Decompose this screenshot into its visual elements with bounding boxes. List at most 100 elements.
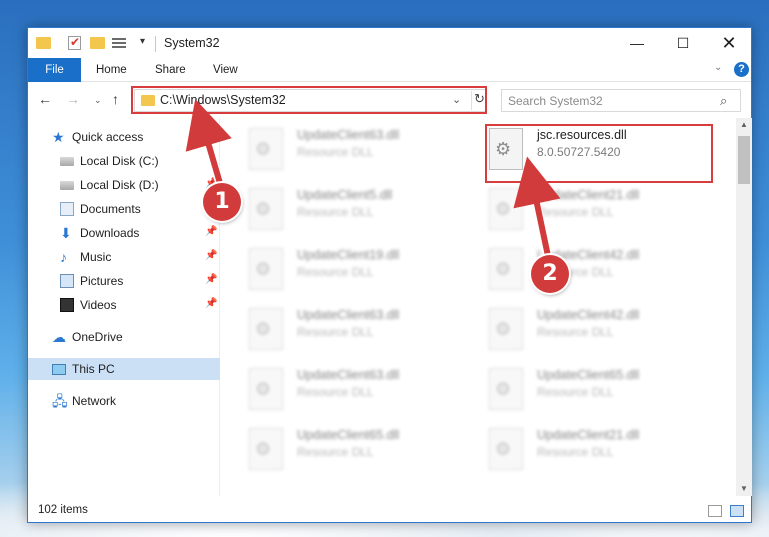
pin-icon: 📌	[205, 226, 218, 237]
sidebar-item-label: Videos	[80, 298, 117, 312]
file-tile[interactable]: UpdateClient21.dll Resource DLL	[489, 428, 719, 484]
sidebar-item-downloads[interactable]: ⬇ Downloads 📌	[28, 222, 220, 244]
sidebar-item-local-disk-c[interactable]: Local Disk (C:)	[28, 150, 220, 172]
file-name: UpdateClient65.dll	[537, 368, 640, 382]
search-placeholder[interactable]: Search System32	[508, 94, 603, 108]
star-icon: ★	[52, 129, 65, 145]
file-tile[interactable]: UpdateClient63.dll Resource DLL	[249, 308, 479, 364]
customize-toolbar-icon[interactable]	[112, 36, 132, 50]
file-tile[interactable]: UpdateClient42.dll Resource DLL	[489, 248, 719, 304]
sidebar-item-videos[interactable]: Videos 📌	[28, 294, 220, 316]
download-icon: ⬇	[60, 225, 72, 241]
dll-file-icon	[249, 248, 283, 290]
file-name: UpdateClient21.dll	[537, 428, 640, 442]
ribbon-tabs: File Home Share View ⌄ ?	[28, 58, 751, 82]
file-type: Resource DLL	[297, 385, 374, 399]
file-explorer-window: ▾ System32 — ☐ ✕ File Home Share View ⌄ …	[27, 27, 752, 523]
sidebar-item-onedrive[interactable]: ☁ OneDrive	[28, 326, 220, 348]
callout-badge-2: 2	[531, 255, 569, 293]
sidebar-item-local-disk-d[interactable]: Local Disk (D:) 📌	[28, 174, 220, 196]
up-button[interactable]: ↑	[112, 91, 119, 107]
music-icon: ♪	[60, 249, 67, 265]
expand-ribbon-chevron-icon[interactable]: ⌄	[714, 62, 722, 73]
sidebar-item-label: This PC	[72, 362, 115, 376]
help-button[interactable]: ?	[734, 62, 749, 77]
file-tile[interactable]: UpdateClient21.dll Resource DLL	[489, 188, 719, 244]
new-folder-icon[interactable]	[90, 37, 105, 49]
sidebar-item-quick-access[interactable]: ★ Quick access	[28, 126, 220, 148]
documents-icon	[60, 202, 74, 216]
file-tile[interactable]: UpdateClient19.dll Resource DLL	[249, 248, 479, 304]
maximize-button[interactable]: ☐	[660, 28, 706, 58]
sidebar-item-label: Quick access	[72, 130, 144, 144]
recent-locations-chevron-icon[interactable]: ⌄	[94, 95, 102, 106]
forward-button[interactable]: →	[66, 91, 80, 107]
dll-file-icon	[489, 428, 523, 470]
sidebar-item-label: Pictures	[80, 274, 124, 288]
tab-home[interactable]: Home	[96, 58, 127, 82]
dll-file-icon	[249, 428, 283, 470]
search-icon[interactable]: ⌕	[720, 93, 727, 109]
dll-file-icon	[249, 188, 283, 230]
file-tile[interactable]: UpdateClient65.dll Resource DLL	[489, 368, 719, 424]
sidebar-item-music[interactable]: ♪ Music 📌	[28, 246, 220, 268]
disk-icon	[60, 157, 74, 166]
scrollbar-thumb[interactable]	[738, 136, 750, 184]
file-tile[interactable]: UpdateClient42.dll Resource DLL	[489, 308, 719, 364]
details-view-icon[interactable]	[708, 505, 722, 517]
minimize-button[interactable]: —	[614, 28, 660, 58]
file-type: Resource DLL	[537, 325, 614, 339]
pin-icon: 📌	[205, 274, 218, 285]
file-name: UpdateClient63.dll	[297, 128, 400, 142]
sidebar-item-label: Downloads	[80, 226, 140, 240]
file-type: Resource DLL	[297, 145, 374, 159]
dll-file-icon	[249, 128, 283, 170]
file-name: UpdateClient19.dll	[297, 248, 400, 262]
dll-file-icon	[489, 248, 523, 290]
file-tile[interactable]: UpdateClient65.dll Resource DLL	[249, 428, 479, 484]
tab-share[interactable]: Share	[155, 58, 186, 82]
file-name: UpdateClient65.dll	[297, 428, 400, 442]
dll-file-icon	[489, 188, 523, 230]
scroll-up-icon[interactable]: ▲	[740, 120, 748, 129]
sidebar-item-label: Documents	[80, 202, 141, 216]
navigation-pane: ★ Quick access Local Disk (C:) Local Dis…	[28, 118, 220, 496]
tab-file[interactable]: File	[28, 58, 81, 82]
network-icon: 🖧	[52, 393, 68, 409]
onedrive-icon: ☁	[52, 329, 66, 345]
dll-file-icon	[249, 308, 283, 350]
sidebar-item-documents[interactable]: Documents 📌	[28, 198, 220, 220]
address-bar-highlight	[131, 86, 487, 114]
file-type: Resource DLL	[537, 205, 614, 219]
search-box[interactable]: Search System32 ⌕	[501, 89, 741, 112]
close-button[interactable]: ✕	[706, 28, 752, 58]
properties-check-icon[interactable]	[68, 35, 81, 50]
back-button[interactable]: ←	[38, 91, 52, 107]
file-tile[interactable]: UpdateClient63.dll Resource DLL	[249, 368, 479, 424]
file-type: Resource DLL	[297, 205, 374, 219]
pictures-icon	[60, 274, 74, 288]
file-name: UpdateClient21.dll	[537, 188, 640, 202]
file-name: UpdateClient5.dll	[297, 188, 393, 202]
vertical-scrollbar[interactable]: ▲ ▼	[736, 118, 752, 496]
sidebar-item-pictures[interactable]: Pictures 📌	[28, 270, 220, 292]
file-name: UpdateClient42.dll	[537, 308, 640, 322]
sidebar-item-label: Network	[72, 394, 117, 408]
sidebar-item-network[interactable]: 🖧 Network	[28, 390, 220, 412]
sidebar-item-label: Music	[80, 250, 112, 264]
pin-icon: 📌	[205, 298, 218, 309]
file-tile[interactable]: UpdateClient5.dll Resource DLL	[249, 188, 479, 244]
item-count: 102 items	[38, 504, 88, 516]
file-list: UpdateClient63.dll Resource DLL jsc.reso…	[221, 118, 735, 496]
sidebar-item-this-pc[interactable]: This PC	[28, 358, 220, 380]
file-type: Resource DLL	[537, 445, 614, 459]
large-icons-view-icon[interactable]	[730, 505, 744, 517]
file-tile[interactable]: UpdateClient63.dll Resource DLL	[249, 128, 479, 184]
file-name: UpdateClient63.dll	[297, 368, 400, 382]
scroll-down-icon[interactable]: ▼	[740, 484, 748, 493]
dll-file-icon	[489, 308, 523, 350]
quick-access-dropdown-icon[interactable]: ▾	[140, 36, 145, 52]
sidebar-item-label: OneDrive	[72, 330, 123, 344]
pc-icon	[52, 364, 66, 375]
tab-view[interactable]: View	[213, 58, 238, 82]
